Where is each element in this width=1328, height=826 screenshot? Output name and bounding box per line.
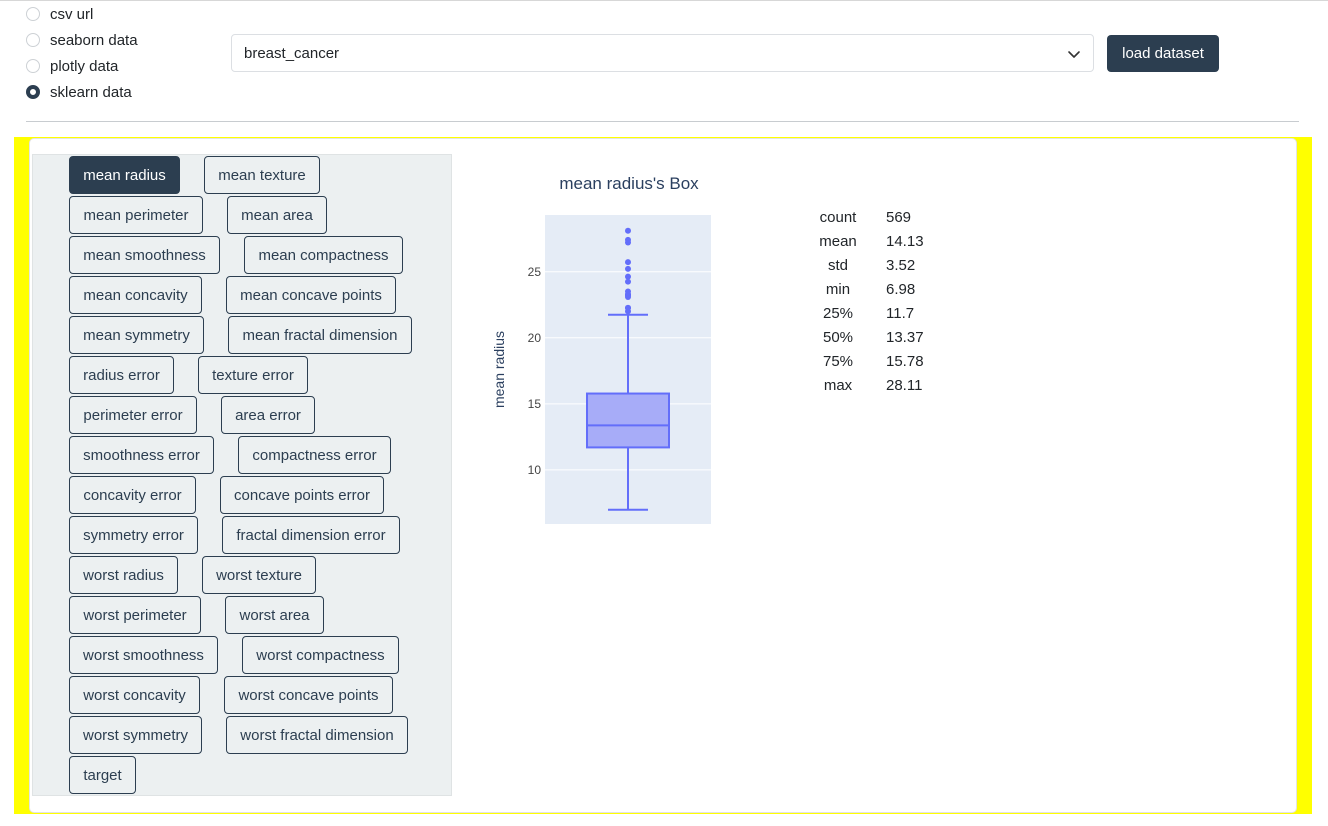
outlier-point <box>625 227 631 234</box>
column-button-worst-fractal-dimension[interactable]: worst fractal dimension <box>226 716 408 754</box>
iqr-box <box>586 392 670 449</box>
column-button-panel: mean radius mean texture mean perimeter mea… <box>32 154 452 796</box>
column-button-mean-radius[interactable]: mean radius <box>69 156 180 194</box>
column-button-worst-radius[interactable]: worst radius <box>69 556 178 594</box>
radio-label: seaborn data <box>50 31 138 49</box>
column-button-area-error[interactable]: area error <box>221 396 315 434</box>
stat-value: 28.11 <box>886 376 923 394</box>
dataset-select-value: breast_cancer <box>244 44 340 62</box>
column-button-compactness-error[interactable]: compactness error <box>238 436 391 474</box>
column-button-mean-concave-points[interactable]: mean concave points <box>226 276 396 314</box>
chart-title: mean radius's Box <box>559 174 699 193</box>
column-button-smoothness-error[interactable]: smoothness error <box>69 436 214 474</box>
stat-value: 569 <box>886 208 912 226</box>
column-button-mean-fractal-dimension[interactable]: mean fractal dimension <box>228 316 412 354</box>
stat-row: mean 14.13 <box>810 229 923 253</box>
column-button-symmetry-error[interactable]: symmetry error <box>69 516 198 554</box>
column-button-worst-compactness[interactable]: worst compactness <box>242 636 399 674</box>
chevron-down-icon <box>1068 51 1080 58</box>
box-plot-chart: 10 15 20 25 mean radius's Box mean radius <box>491 174 711 524</box>
radio-unchecked-icon[interactable] <box>26 7 40 21</box>
column-button-worst-symmetry[interactable]: worst symmetry <box>69 716 202 754</box>
stat-row: 25% 11.7 <box>810 301 914 325</box>
column-button-mean-texture[interactable]: mean texture <box>204 156 320 194</box>
radio-option-sklearn-data[interactable]: sklearn data <box>26 79 132 105</box>
column-button-concavity-error[interactable]: concavity error <box>69 476 196 514</box>
radio-unchecked-icon[interactable] <box>26 59 40 73</box>
stat-key: 75% <box>822 352 854 370</box>
stat-key: 25% <box>822 304 854 322</box>
section-divider <box>26 121 1299 122</box>
column-button-mean-symmetry[interactable]: mean symmetry <box>69 316 204 354</box>
column-button-worst-smoothness[interactable]: worst smoothness <box>69 636 218 674</box>
outlier-point <box>625 265 631 272</box>
radio-option-seaborn-data[interactable]: seaborn data <box>26 27 138 53</box>
stat-row: 50% 13.37 <box>810 325 924 349</box>
y-tick-label: 15 <box>528 397 542 411</box>
radio-option-plotly-data[interactable]: plotly data <box>26 53 118 79</box>
stat-row: std 3.52 <box>810 253 915 277</box>
column-button-worst-texture[interactable]: worst texture <box>202 556 316 594</box>
stat-row: max 28.11 <box>810 373 923 397</box>
stat-key: mean <box>819 232 857 250</box>
radio-option-csv-url[interactable]: csv url <box>26 1 93 27</box>
radio-checked-icon[interactable] <box>26 85 40 99</box>
y-tick-label: 25 <box>528 265 542 279</box>
y-tick-label: 10 <box>528 463 542 477</box>
stat-value: 14.13 <box>886 232 924 250</box>
load-dataset-button[interactable]: load dataset <box>1107 35 1219 72</box>
stat-value: 11.7 <box>886 304 915 322</box>
column-button-mean-area[interactable]: mean area <box>227 196 327 234</box>
column-button-worst-concave-points[interactable]: worst concave points <box>224 676 393 714</box>
outlier-point <box>625 288 631 295</box>
y-axis-label: mean radius <box>491 331 507 408</box>
radio-label: csv url <box>50 5 94 23</box>
column-button-perimeter-error[interactable]: perimeter error <box>69 396 197 434</box>
column-button-concave-points-error[interactable]: concave points error <box>220 476 384 514</box>
column-button-mean-concavity[interactable]: mean concavity <box>69 276 202 314</box>
outlier-point <box>625 236 631 243</box>
stat-value: 3.52 <box>886 256 916 274</box>
stat-row: count 569 <box>810 205 911 229</box>
outlier-point <box>625 273 631 280</box>
stat-row: min 6.98 <box>810 277 915 301</box>
y-tick-label: 20 <box>528 331 542 345</box>
stat-key: std <box>827 256 848 274</box>
stat-key: count <box>819 208 857 226</box>
top-border <box>0 0 1328 1</box>
column-button-mean-perimeter[interactable]: mean perimeter <box>69 196 203 234</box>
stat-row: 75% 15.78 <box>810 349 924 373</box>
column-button-mean-compactness[interactable]: mean compactness <box>244 236 403 274</box>
radio-label: sklearn data <box>50 83 132 101</box>
stat-value: 15.78 <box>886 352 924 370</box>
column-button-worst-perimeter[interactable]: worst perimeter <box>69 596 201 634</box>
dataset-select[interactable]: breast_cancer <box>231 34 1094 72</box>
column-button-worst-area[interactable]: worst area <box>225 596 324 634</box>
stat-value: 6.98 <box>886 280 916 298</box>
radio-label: plotly data <box>50 57 119 75</box>
column-button-radius-error[interactable]: radius error <box>69 356 174 394</box>
column-button-mean-smoothness[interactable]: mean smoothness <box>69 236 220 274</box>
radio-unchecked-icon[interactable] <box>26 33 40 47</box>
column-button-texture-error[interactable]: texture error <box>198 356 308 394</box>
column-button-worst-concavity[interactable]: worst concavity <box>69 676 200 714</box>
stat-value: 13.37 <box>886 328 924 346</box>
column-button-fractal-dimension-error[interactable]: fractal dimension error <box>222 516 400 554</box>
outlier-point <box>625 259 631 266</box>
column-button-target[interactable]: target <box>69 756 136 794</box>
stat-key: 50% <box>822 328 854 346</box>
stat-key: min <box>825 280 851 298</box>
outlier-point <box>625 304 631 311</box>
stat-key: max <box>823 376 853 394</box>
